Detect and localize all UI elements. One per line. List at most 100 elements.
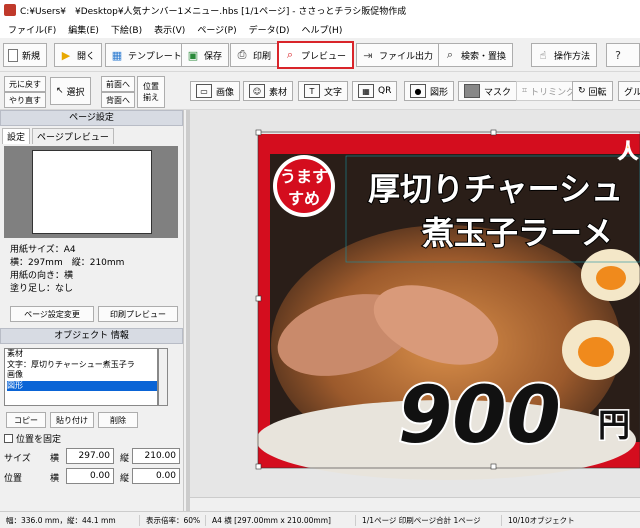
- flyer-title-line1: 厚切りチャーシュ: [368, 170, 623, 208]
- qr-button[interactable]: ▦ QR: [352, 81, 398, 101]
- resize-handle[interactable]: [255, 463, 262, 470]
- menu-data[interactable]: データ(D): [243, 23, 296, 36]
- help-button[interactable]: ?: [606, 43, 640, 67]
- fix-position-checkbox[interactable]: [4, 434, 13, 443]
- status-paper: A4 横 [297.00mm x 210.00mm]: [206, 514, 356, 526]
- list-item[interactable]: 素材: [7, 349, 157, 360]
- resize-handle[interactable]: [490, 463, 497, 470]
- paper-thumbnail: [32, 150, 152, 234]
- object-list[interactable]: 素材 文字：厚切りチャーシュー煮玉子ラ 画像 図形: [4, 348, 158, 406]
- crop-icon: ⌗: [522, 86, 528, 96]
- bring-front-button[interactable]: 前面へ: [101, 76, 135, 92]
- app-icon: [4, 4, 16, 16]
- menu-page[interactable]: ページ(P): [191, 23, 242, 36]
- page-settings-change-button[interactable]: ページ設定変更: [10, 306, 94, 322]
- preview-button[interactable]: ⌕ プレビュー: [277, 41, 355, 69]
- vertical-ruler: [186, 110, 190, 511]
- undo-button[interactable]: 元に戻す: [4, 76, 46, 92]
- bleed-text: 塗り足し：なし: [10, 284, 74, 294]
- copy-button[interactable]: コピー: [6, 412, 46, 428]
- open-button[interactable]: ▶ 開く: [54, 43, 103, 67]
- main-toolbar: 新規 ▶ 開く ▦ テンプレート ▣ 保存 ⎙ 印刷 ⌕ プレビュー ⇥ ファイ…: [0, 38, 640, 72]
- menu-help[interactable]: ヘルプ(H): [296, 23, 349, 36]
- fix-position-label: 位置を固定: [16, 435, 62, 445]
- resize-handle[interactable]: [255, 129, 262, 136]
- how-to-button[interactable]: ☝ 操作方法: [531, 43, 598, 67]
- page-settings-header: ページ設定: [0, 110, 183, 126]
- canvas-area[interactable]: うます すめ 人 厚切りチャーシュ 煮玉子ラーメ 900 円: [186, 110, 640, 511]
- pos-x-label: 横: [50, 474, 60, 484]
- text-button[interactable]: T 文字: [298, 81, 349, 101]
- width-label: 横: [50, 454, 60, 464]
- left-panel: ページ設定 設定 ページプレビュー 用紙サイズ：A4 横：297mm 縦：210…: [0, 110, 184, 511]
- menu-view[interactable]: 表示(V): [148, 23, 191, 36]
- material-button[interactable]: ☺ 素材: [243, 81, 294, 101]
- egg-yolk-image: [578, 337, 614, 367]
- mask-icon: [464, 84, 480, 98]
- print-preview-button[interactable]: 印刷プレビュー: [98, 306, 178, 322]
- image-button[interactable]: ▭ 画像: [190, 81, 241, 101]
- title-bar: C:¥Users¥ ¥Desktop¥人気ナンバー1メニュー.hbs [1/1ペ…: [0, 0, 640, 20]
- status-size: 幅：336.0 mm，縦：44.1 mm: [0, 514, 140, 526]
- page-thumbnail: [4, 146, 178, 238]
- status-zoom: 表示倍率：60%: [140, 514, 206, 526]
- material-icon: ☺: [249, 84, 265, 98]
- save-button[interactable]: ▣ 保存: [181, 43, 230, 67]
- shape-button[interactable]: ● 図形: [404, 81, 455, 101]
- magnifier-preview-icon: ⌕: [286, 48, 294, 61]
- fix-position-row: 位置を固定: [4, 432, 61, 445]
- object-toolbar: 元に戻す やり直す ↖ 選択 前面へ 背面へ 位置 揃え ▭ 画像 ☺ 素材 T…: [0, 72, 640, 110]
- status-objects: 10/10オブジェクト: [508, 515, 575, 525]
- redo-button[interactable]: やり直す: [4, 92, 46, 108]
- rotate-icon: ↻: [578, 86, 586, 96]
- pointer-icon: ↖: [56, 86, 64, 96]
- flyer-title-line2: 煮玉子ラーメ: [421, 214, 613, 252]
- file-export-icon: ⇥: [363, 48, 373, 62]
- new-button[interactable]: 新規: [3, 43, 48, 67]
- paper-size-text: 用紙サイズ：A4: [10, 245, 76, 255]
- size-label: サイズ: [4, 454, 31, 464]
- group-button[interactable]: グル: [618, 81, 640, 101]
- rotate-button[interactable]: ↻ 回転: [572, 81, 613, 101]
- status-bar: 幅：336.0 mm，縦：44.1 mm 表示倍率：60% A4 横 [297.…: [0, 511, 640, 528]
- flyer-canvas[interactable]: うます すめ 人 厚切りチャーシュ 煮玉子ラーメ 900 円: [186, 110, 640, 511]
- help-icon: ?: [615, 48, 621, 62]
- object-info-header: オブジェクト 情報: [0, 328, 183, 344]
- app-window: C:¥Users¥ ¥Desktop¥人気ナンバー1メニュー.hbs [1/1ペ…: [0, 0, 640, 528]
- pos-y-field[interactable]: 0.00: [132, 468, 180, 484]
- egg-yolk-image: [596, 266, 626, 290]
- template-button[interactable]: ▦ テンプレート: [105, 43, 189, 67]
- align-button[interactable]: 位置 揃え: [137, 76, 165, 108]
- search-replace-button[interactable]: ⌕ 検索・置換: [438, 43, 514, 67]
- list-item-selected[interactable]: 図形: [7, 380, 157, 391]
- list-item[interactable]: 文字：厚切りチャーシュー煮玉子ラ: [7, 360, 157, 371]
- delete-button[interactable]: 削除: [98, 412, 138, 428]
- send-back-button[interactable]: 背面へ: [101, 92, 135, 108]
- select-button[interactable]: ↖ 選択: [50, 77, 91, 105]
- menu-edit[interactable]: 編集(E): [62, 23, 105, 36]
- tab-page-preview[interactable]: ページプレビュー: [32, 128, 114, 144]
- pos-x-field[interactable]: 0.00: [66, 468, 114, 484]
- height-field[interactable]: 210.00: [132, 448, 180, 464]
- mask-button[interactable]: マスク: [458, 81, 518, 101]
- new-file-icon: [8, 48, 18, 62]
- tab-settings[interactable]: 設定: [2, 128, 31, 144]
- position-label: 位置: [4, 474, 23, 484]
- print-button[interactable]: ⎙ 印刷: [230, 43, 279, 67]
- search-icon: ⌕: [446, 48, 454, 61]
- width-field[interactable]: 297.00: [66, 448, 114, 464]
- list-item[interactable]: 画像: [7, 370, 157, 381]
- menu-file[interactable]: ファイル(F): [2, 23, 62, 36]
- pos-y-label: 縦: [120, 474, 130, 484]
- file-output-button[interactable]: ⇥ ファイル出力: [356, 43, 441, 67]
- menu-bar: ファイル(F) 編集(E) 下絵(B) 表示(V) ページ(P) データ(D) …: [0, 20, 640, 38]
- resize-handle[interactable]: [490, 129, 497, 136]
- paste-button[interactable]: 貼り付け: [50, 412, 94, 428]
- horizontal-scrollbar[interactable]: [190, 497, 640, 511]
- resize-handle[interactable]: [255, 295, 262, 302]
- menu-background[interactable]: 下絵(B): [105, 23, 148, 36]
- hand-pointer-icon: ☝: [539, 48, 547, 62]
- window-title: C:¥Users¥ ¥Desktop¥人気ナンバー1メニュー.hbs [1/1ペ…: [20, 6, 407, 17]
- object-list-scrollbar[interactable]: [158, 348, 168, 406]
- badge-text-line1: うます: [280, 167, 328, 186]
